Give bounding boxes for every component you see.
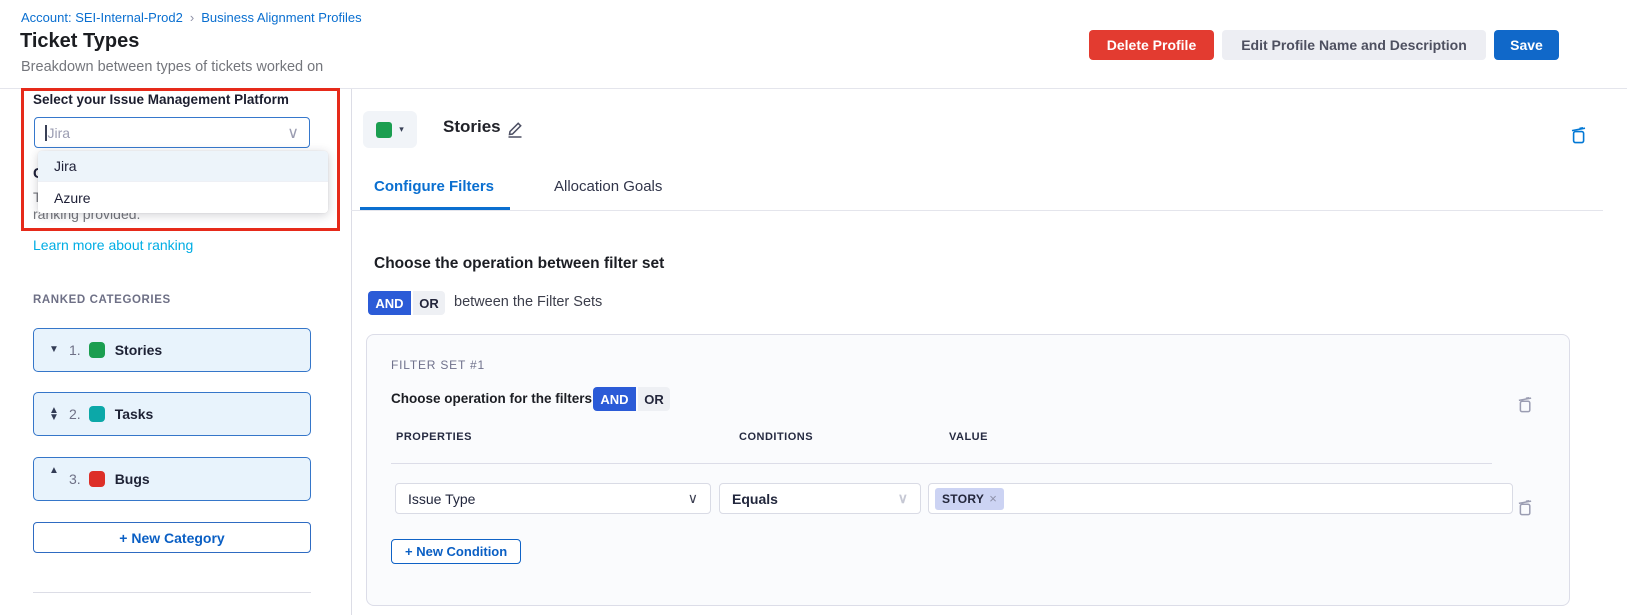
text-cursor — [45, 125, 47, 141]
page-title: Ticket Types — [20, 30, 139, 53]
breadcrumb: Account: SEI-Internal-Prod2 › Business A… — [21, 10, 362, 25]
category-rank: 2. — [69, 406, 81, 422]
category-color-swatch — [89, 471, 105, 487]
filter-set-operation-heading: Choose the operation between filter set — [374, 255, 664, 273]
and-toggle-button[interactable]: AND — [368, 291, 411, 315]
category-rank: 3. — [69, 471, 81, 487]
save-button[interactable]: Save — [1494, 30, 1559, 60]
category-label: Bugs — [115, 471, 150, 487]
platform-select-placeholder: Jira — [48, 125, 71, 141]
category-card-tasks[interactable]: ▲▼ 2. Tasks — [33, 392, 311, 436]
sidebar-divider — [351, 89, 352, 615]
or-toggle-button[interactable]: OR — [413, 291, 445, 315]
category-color-swatch — [89, 406, 105, 422]
breadcrumb-section-link[interactable]: Business Alignment Profiles — [201, 10, 361, 25]
or-toggle-button[interactable]: OR — [638, 387, 670, 411]
dropdown-option-azure[interactable]: Azure — [38, 182, 328, 213]
breadcrumb-account-link[interactable]: Account: SEI-Internal-Prod2 — [21, 10, 183, 25]
column-header-conditions: CONDITIONS — [739, 431, 813, 443]
delete-category-icon[interactable] — [1570, 125, 1587, 145]
trash-icon — [1517, 395, 1533, 414]
app-canvas: Account: SEI-Internal-Prod2 › Business A… — [0, 0, 1627, 615]
trash-icon — [1570, 125, 1587, 145]
selected-color-swatch — [376, 122, 392, 138]
property-select[interactable]: Issue Type ∨ — [395, 483, 711, 514]
caret-down-icon: ▾ — [399, 124, 404, 135]
pencil-icon — [505, 119, 525, 139]
trash-icon — [1517, 498, 1533, 517]
filter-set-and-or-toggle: AND OR — [368, 291, 445, 315]
category-name-heading: Stories — [443, 117, 501, 137]
category-color-picker[interactable]: ▾ — [363, 111, 417, 148]
ranked-categories-title: RANKED CATEGORIES — [33, 294, 171, 306]
chevron-down-icon: ∨ — [898, 490, 908, 507]
category-rank: 1. — [69, 342, 81, 358]
delete-profile-button[interactable]: Delete Profile — [1089, 30, 1214, 60]
tab-configure-filters[interactable]: Configure Filters — [374, 178, 494, 195]
edit-profile-button[interactable]: Edit Profile Name and Description — [1222, 30, 1486, 60]
breadcrumb-separator-icon: › — [190, 10, 194, 25]
chevron-down-icon: ∨ — [688, 490, 698, 507]
new-category-button[interactable]: + New Category — [33, 522, 311, 553]
value-tag-label: STORY — [942, 492, 984, 506]
sidebar-bottom-divider — [33, 592, 311, 593]
category-color-swatch — [89, 342, 105, 358]
category-card-stories[interactable]: ▼ 1. Stories — [33, 328, 311, 372]
column-header-value: VALUE — [949, 431, 988, 443]
delete-condition-icon[interactable] — [1517, 498, 1533, 517]
edit-category-name-icon[interactable] — [505, 119, 525, 139]
tab-allocation-goals[interactable]: Allocation Goals — [554, 178, 662, 195]
platform-select-input[interactable]: Jira ∨ — [34, 117, 310, 148]
delete-filter-set-icon[interactable] — [1517, 395, 1533, 414]
remove-tag-icon[interactable]: × — [989, 491, 997, 506]
and-toggle-button[interactable]: AND — [593, 387, 636, 411]
filters-and-or-toggle: AND OR — [593, 387, 670, 411]
filters-operation-label: Choose operation for the filters — [391, 391, 592, 406]
learn-more-ranking-link[interactable]: Learn more about ranking — [33, 237, 193, 253]
filter-set-card: FILTER SET #1 Choose operation for the f… — [366, 334, 1570, 606]
value-input[interactable]: STORY × — [928, 483, 1513, 514]
drag-up-down-icon[interactable]: ▲▼ — [47, 407, 61, 421]
filter-set-title: FILTER SET #1 — [391, 358, 485, 372]
dropdown-option-jira[interactable]: Jira — [38, 151, 328, 182]
tabbar-divider — [351, 210, 1603, 211]
property-select-value: Issue Type — [408, 491, 475, 507]
condition-select-value: Equals — [732, 491, 778, 507]
value-tag-story: STORY × — [935, 488, 1004, 510]
condition-select[interactable]: Equals ∨ — [719, 483, 921, 514]
new-condition-button[interactable]: + New Condition — [391, 539, 521, 564]
chevron-down-icon: ∨ — [287, 123, 299, 143]
category-card-bugs[interactable]: ▲ 3. Bugs — [33, 457, 311, 501]
filter-card-divider — [391, 463, 1492, 464]
platform-dropdown-menu: Jira Azure — [38, 151, 328, 213]
drag-up-icon[interactable]: ▲ — [47, 467, 61, 474]
header-divider — [0, 88, 1627, 89]
column-header-properties: PROPERTIES — [396, 431, 472, 443]
page-subtitle: Breakdown between types of tickets worke… — [21, 59, 323, 75]
category-label: Stories — [115, 342, 162, 358]
category-label: Tasks — [115, 406, 154, 422]
platform-select-label: Select your Issue Management Platform — [33, 92, 289, 107]
filter-set-operation-caption: between the Filter Sets — [454, 294, 602, 310]
drag-down-icon[interactable]: ▼ — [47, 346, 61, 353]
